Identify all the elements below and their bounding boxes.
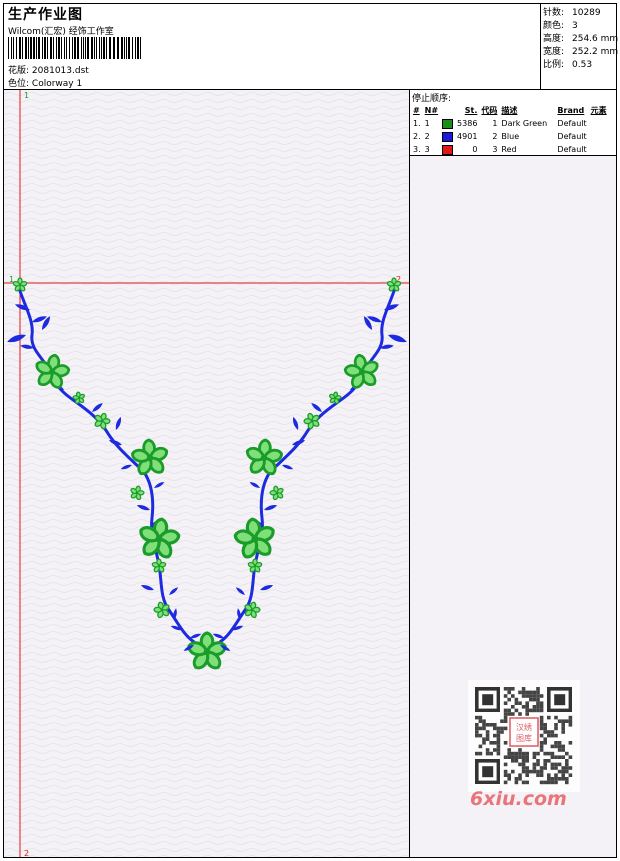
site-watermark: 6xiu.com (470, 788, 567, 810)
design-value: 2081013.dst (31, 66, 89, 76)
barcode (8, 37, 141, 59)
stop-sequence-header: 停止顺序: # N# St. 代码 描述 Brand 元素 1. 1 5386 … (410, 90, 616, 156)
svg-text:图库: 图库 (516, 733, 532, 743)
row-color-swatch (440, 117, 455, 130)
row-color-swatch (440, 143, 455, 156)
row-brand: Default (557, 145, 587, 154)
row-brand: Default (557, 119, 587, 128)
marker-bottom: 2 (24, 849, 29, 857)
embroidery-preview: 1 2 1 2 (4, 90, 409, 857)
row-brand: Default (557, 132, 587, 141)
colorway-value: Colorway 1 (31, 79, 83, 89)
design-canvas: 1 2 1 2 (4, 90, 410, 857)
row-num: 2. (413, 132, 421, 141)
row-desc: Red (501, 145, 517, 154)
row-n: 1 (424, 119, 430, 128)
col-n: N# (424, 106, 439, 115)
stop-sequence-table: # N# St. 代码 描述 Brand 元素 1. 1 5386 1 Dark… (411, 104, 609, 156)
col-st: St. (464, 106, 478, 115)
row-st: 0 (472, 145, 478, 154)
row-num: 1. (413, 119, 421, 128)
row-num: 3. (413, 145, 421, 154)
row-n: 3 (424, 145, 430, 154)
stat-colors: 颜色: 3 (543, 21, 578, 31)
design-label: 花版: (8, 66, 30, 76)
color-swatch (442, 131, 454, 142)
row-st: 5386 (457, 119, 478, 128)
col-desc: 描述 (501, 106, 518, 115)
row-code: 3 (492, 145, 498, 154)
design-file: 花版: 2081013.dst (8, 63, 89, 76)
stop-sequence-title: 停止顺序: (412, 94, 452, 104)
row-elem (589, 117, 609, 130)
table-row: 3. 3 0 3 Red Default (411, 143, 609, 156)
row-code: 2 (492, 132, 498, 141)
stat-width: 宽度: 252.2 mm (543, 47, 619, 57)
stat-height: 高度: 254.6 mm (543, 34, 619, 44)
col-code: 代码 (481, 106, 498, 115)
row-elem (589, 130, 609, 143)
col-color (440, 104, 455, 117)
row-desc: Dark Green (501, 119, 548, 128)
table-row: 2. 2 4901 2 Blue Default (411, 130, 609, 143)
row-code: 1 (492, 119, 498, 128)
stat-stitches: 针数: 10289 (543, 8, 601, 18)
table-row: 1. 1 5386 1 Dark Green Default (411, 117, 609, 130)
col-brand: Brand (557, 106, 585, 115)
company-name: Wilcom(汇宏) 经饰工作室 (8, 27, 114, 37)
marker-top: 1 (24, 91, 29, 100)
row-desc: Blue (501, 132, 520, 141)
stat-scale: 比例: 0.53 (543, 60, 593, 70)
design-stats: 针数: 10289 颜色: 3 高度: 254.6 mm 宽度: 252.2 mm 比例… (541, 4, 619, 90)
col-num: # (413, 106, 420, 115)
colorway: 色位: Colorway 1 (8, 76, 82, 89)
svg-text:汉绣: 汉绣 (516, 722, 532, 732)
color-swatch (442, 144, 454, 155)
row-n: 2 (424, 132, 430, 141)
color-swatch (442, 118, 454, 129)
header-info: 生产作业图 Wilcom(汇宏) 经饰工作室 花版: 2081013.dst 色… (4, 4, 541, 90)
row-st: 4901 (457, 132, 478, 141)
row-elem (589, 143, 609, 156)
qr-code-watermark: 汉绣 图库 (468, 680, 580, 792)
colorway-label: 色位: (8, 79, 30, 89)
table-header-row: # N# St. 代码 描述 Brand 元素 (411, 104, 609, 117)
seal-stamp: 汉绣 图库 (509, 717, 539, 747)
row-color-swatch (440, 130, 455, 143)
col-elem: 元素 (590, 106, 607, 115)
page-title: 生产作业图 (8, 7, 83, 23)
